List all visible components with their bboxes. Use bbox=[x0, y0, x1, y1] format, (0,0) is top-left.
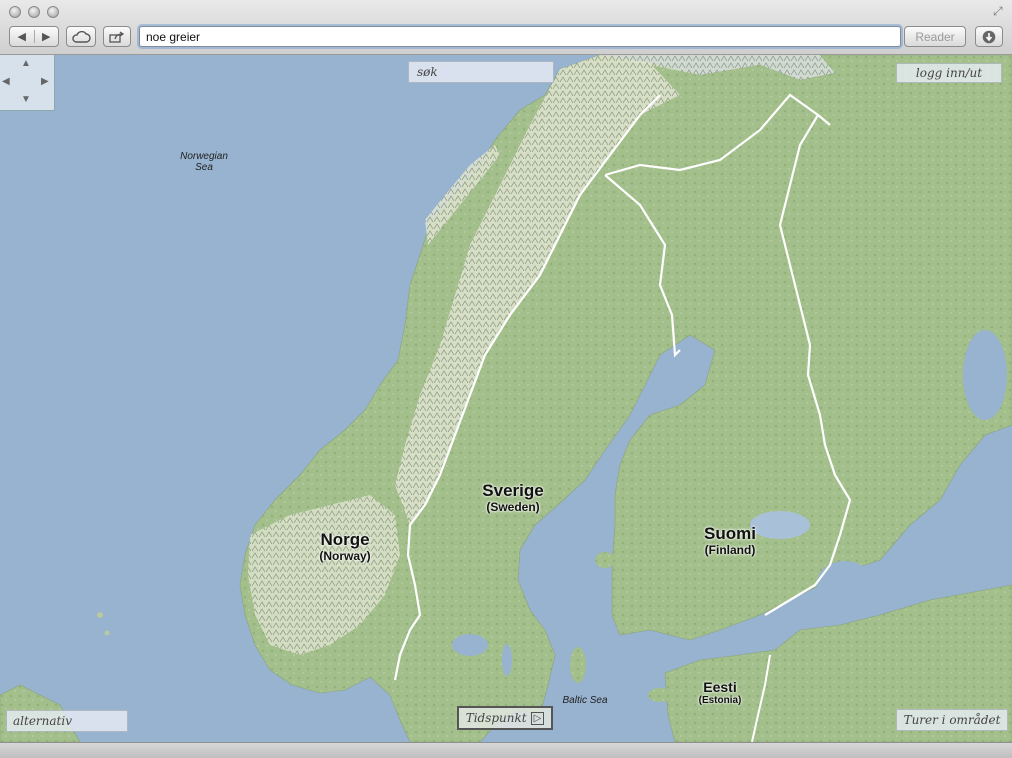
map-canvas[interactable] bbox=[0, 55, 1012, 742]
lake-onega bbox=[963, 330, 1007, 420]
aland-islands bbox=[595, 552, 615, 568]
login-sketch-button[interactable]: logg inn/ut bbox=[896, 63, 1002, 83]
finland-name: Suomi bbox=[704, 524, 756, 543]
reader-button[interactable]: Reader bbox=[904, 26, 966, 47]
saaremaa-island bbox=[648, 688, 672, 702]
trips-sketch-button[interactable]: Turer i området bbox=[896, 709, 1008, 731]
share-button[interactable] bbox=[103, 26, 131, 47]
timeline-sketch-control[interactable]: Tidspunkt ▷ bbox=[457, 706, 553, 730]
norwegian-sea-line-2: Sea bbox=[195, 162, 213, 173]
timeline-label: Tidspunkt bbox=[465, 711, 527, 725]
map-pan-control: ▲ ◀ ▶ ▼ bbox=[0, 55, 55, 111]
pan-right-icon[interactable]: ▶ bbox=[41, 77, 49, 87]
status-bar bbox=[0, 742, 1012, 758]
country-label-sweden: Sverige (Sweden) bbox=[468, 481, 558, 514]
lake-vanern bbox=[452, 634, 488, 656]
address-input[interactable] bbox=[146, 29, 886, 44]
country-label-finland: Suomi (Finland) bbox=[685, 524, 775, 557]
search-sketch-field[interactable]: søk bbox=[408, 61, 554, 83]
sweden-english: (Sweden) bbox=[486, 500, 540, 514]
forward-arrow-icon[interactable]: ▶ bbox=[35, 30, 59, 43]
back-arrow-icon[interactable]: ◀ bbox=[10, 30, 35, 43]
browser-toolbar: ⤢ ◀ ▶ Reader bbox=[0, 0, 1012, 55]
pan-up-icon[interactable]: ▲ bbox=[21, 59, 31, 69]
cloud-icon bbox=[72, 30, 91, 43]
pan-left-icon[interactable]: ◀ bbox=[2, 77, 10, 87]
share-icon bbox=[109, 30, 125, 43]
zoom-window-button[interactable] bbox=[47, 6, 59, 18]
downloads-button[interactable] bbox=[975, 26, 1003, 47]
sweden-name: Sverige bbox=[482, 481, 544, 500]
fullscreen-icon[interactable]: ⤢ bbox=[993, 4, 1003, 19]
faroe-dot-1 bbox=[97, 612, 103, 618]
norwegian-sea-label: Norwegian Sea bbox=[170, 151, 238, 173]
country-label-norway: Norge (Norway) bbox=[300, 530, 390, 563]
map-view[interactable]: Norwegian Sea Baltic Sea Norge (Norway) … bbox=[0, 55, 1012, 742]
estonia-english: (Estonia) bbox=[698, 695, 742, 706]
options-sketch-button[interactable]: alternativ bbox=[6, 710, 128, 732]
minimize-window-button[interactable] bbox=[28, 6, 40, 18]
faroe-dot-2 bbox=[104, 630, 110, 636]
norway-name: Norge bbox=[320, 530, 370, 549]
lake-vattern bbox=[502, 644, 512, 676]
gotland-island bbox=[570, 647, 586, 683]
address-bar[interactable] bbox=[139, 26, 901, 47]
close-window-button[interactable] bbox=[9, 6, 21, 18]
back-forward-control: ◀ ▶ bbox=[9, 26, 59, 47]
finland-english: (Finland) bbox=[704, 543, 756, 557]
estonia-name: Eesti bbox=[703, 679, 737, 695]
play-icon[interactable]: ▷ bbox=[530, 711, 545, 725]
cloud-button[interactable] bbox=[66, 26, 96, 47]
norwegian-sea-line-1: Norwegian bbox=[180, 151, 228, 162]
norway-english: (Norway) bbox=[319, 549, 371, 563]
download-icon bbox=[982, 30, 996, 43]
browser-window: ⤢ ◀ ▶ Reader bbox=[0, 0, 1012, 758]
pan-down-icon[interactable]: ▼ bbox=[21, 95, 31, 105]
lake-ladoga bbox=[817, 561, 873, 605]
baltic-sea-label: Baltic Sea bbox=[562, 695, 608, 706]
country-label-estonia: Eesti (Estonia) bbox=[680, 680, 760, 707]
